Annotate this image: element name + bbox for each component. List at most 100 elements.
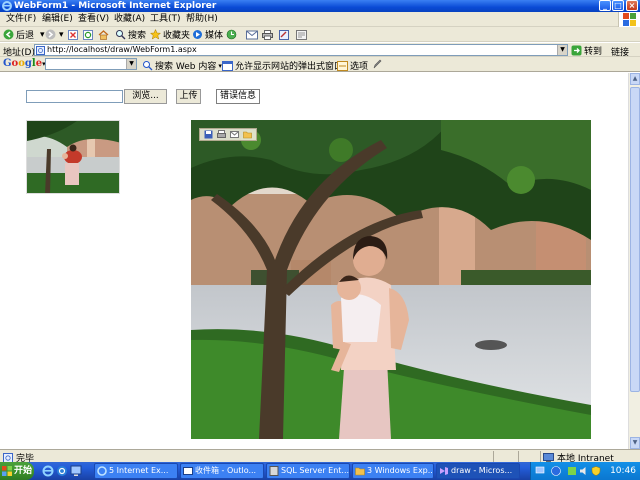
search-web-button[interactable]: 搜索 Web 内容 ▾	[142, 59, 222, 72]
search-button[interactable]: 搜索	[115, 28, 146, 41]
close-button[interactable]: ×	[626, 0, 638, 11]
minimize-button[interactable]: _	[599, 0, 611, 11]
image-toolbar	[199, 128, 257, 141]
back-dropdown-icon[interactable]: ▾	[38, 28, 45, 41]
page-content: 浏览... 上传 错误信息	[0, 73, 628, 449]
options-button[interactable]: 选项	[337, 59, 368, 72]
google-logo[interactable]: Google▾	[3, 58, 46, 70]
highlight-button[interactable]	[373, 59, 382, 69]
address-url: http://localhost/draw/WebForm1.aspx	[47, 45, 197, 54]
quicklaunch-desktop-icon[interactable]	[70, 465, 82, 477]
google-search-input[interactable]: ▼	[45, 58, 137, 70]
google-search-dropdown-icon[interactable]: ▼	[126, 59, 136, 69]
taskbar-button-outlook[interactable]: 收件箱 - Outlo...	[180, 463, 264, 479]
mail-icon	[246, 30, 258, 39]
edit-page-button[interactable]	[279, 28, 289, 41]
visual-studio-icon	[440, 467, 448, 475]
history-icon	[226, 29, 237, 40]
favorites-label: 收藏夹	[163, 31, 191, 41]
volume-icon[interactable]	[579, 466, 589, 476]
menu-tools[interactable]: 工具(T)	[150, 14, 181, 25]
tray-app-icon[interactable]	[567, 466, 577, 476]
windows-logo-icon	[2, 466, 12, 476]
address-dropdown-icon[interactable]: ▼	[557, 45, 567, 55]
stop-icon	[68, 29, 78, 40]
stop-button[interactable]	[68, 28, 78, 41]
options-icon	[337, 60, 348, 71]
sql-server-icon	[269, 466, 279, 476]
browse-button[interactable]: 浏览...	[124, 89, 167, 104]
status-divider	[540, 451, 541, 462]
taskbar-button-vs[interactable]: draw - Micros...	[436, 463, 520, 479]
mail-button[interactable]	[246, 28, 258, 41]
discuss-icon	[296, 29, 307, 40]
folder-icon[interactable]	[243, 130, 252, 139]
save-icon[interactable]	[204, 130, 213, 139]
file-path-input[interactable]	[26, 90, 123, 103]
refresh-icon	[83, 29, 93, 40]
media-button[interactable]: 媒体	[192, 28, 223, 41]
thumbnail-image[interactable]	[26, 120, 120, 194]
window-title: WebForm1 - Microsoft Internet Explorer	[14, 1, 217, 11]
menu-edit[interactable]: 编辑(E)	[42, 14, 73, 25]
taskbar: 开始 5 Internet Ex... 收件箱 - Outlo... SQL S…	[0, 462, 640, 480]
messenger-button[interactable]	[296, 28, 307, 41]
options-label: 选项	[350, 62, 369, 72]
search-web-label: 搜索 Web 内容	[155, 62, 217, 72]
scroll-down-icon[interactable]: ▼	[630, 437, 640, 449]
forward-arrow-icon	[45, 29, 56, 40]
vertical-scrollbar[interactable]: ▲ ▼	[628, 73, 640, 449]
taskbar-label: SQL Server Ent...	[281, 466, 350, 475]
edit-page-icon	[279, 29, 289, 40]
go-button[interactable]: 转到	[571, 44, 602, 57]
forward-button[interactable]	[45, 28, 56, 41]
print-button[interactable]	[262, 28, 273, 41]
status-bar: 完毕 本地 Intranet	[0, 449, 640, 464]
home-button[interactable]	[98, 28, 109, 41]
taskbar-label: 5 Internet Ex...	[109, 466, 169, 475]
email-icon[interactable]	[230, 130, 239, 139]
maximize-button[interactable]: □	[612, 0, 624, 11]
outlook-icon	[183, 467, 193, 475]
back-button[interactable]: 后退	[3, 28, 34, 41]
history-button[interactable]	[226, 28, 237, 41]
help-icon[interactable]	[551, 466, 561, 476]
menu-help[interactable]: 帮助(H)	[186, 14, 218, 25]
shield-icon[interactable]	[591, 466, 601, 476]
folder-icon	[355, 467, 365, 476]
taskbar-button-ie[interactable]: 5 Internet Ex...	[94, 463, 178, 479]
print-icon	[262, 29, 273, 40]
taskbar-label: 3 Windows Exp...	[367, 466, 434, 475]
quicklaunch-outlook-icon[interactable]	[56, 465, 68, 477]
forward-dropdown-icon[interactable]: ▾	[57, 28, 64, 41]
quicklaunch-ie-icon[interactable]	[42, 465, 54, 477]
message-textbox[interactable]: 错误信息	[216, 89, 260, 104]
media-label: 媒体	[205, 31, 224, 41]
favorites-button[interactable]: 收藏夹	[150, 28, 190, 41]
menu-file[interactable]: 文件(F)	[6, 14, 36, 25]
go-arrow-icon	[571, 45, 582, 56]
favorites-star-icon	[150, 29, 161, 40]
scroll-thumb[interactable]	[630, 87, 640, 392]
pen-icon	[373, 59, 382, 69]
popup-blocker-button[interactable]: 允许显示网站的弹出式窗口	[222, 59, 343, 72]
status-divider	[493, 451, 494, 462]
menu-view[interactable]: 查看(V)	[78, 14, 109, 25]
address-bar: 地址(D) http://localhost/draw/WebForm1.asp…	[0, 43, 640, 58]
taskbar-button-explorer[interactable]: 3 Windows Exp...	[352, 463, 434, 479]
network-icon[interactable]	[535, 466, 545, 476]
upload-button[interactable]: 上传	[176, 89, 201, 104]
menu-favorites[interactable]: 收藏(A)	[114, 14, 145, 25]
scroll-up-icon[interactable]: ▲	[630, 73, 640, 85]
back-arrow-icon	[3, 29, 14, 40]
taskbar-button-sql[interactable]: SQL Server Ent...	[266, 463, 350, 479]
title-bar: WebForm1 - Microsoft Internet Explorer _…	[0, 0, 640, 12]
uploaded-photo[interactable]	[191, 120, 591, 439]
print-icon[interactable]	[217, 130, 226, 139]
start-button[interactable]: 开始	[0, 462, 34, 480]
back-label: 后退	[16, 31, 35, 41]
address-input[interactable]: http://localhost/draw/WebForm1.aspx ▼	[34, 44, 568, 56]
intranet-zone-icon	[543, 452, 554, 462]
refresh-button[interactable]	[83, 28, 93, 41]
media-icon	[193, 30, 202, 39]
